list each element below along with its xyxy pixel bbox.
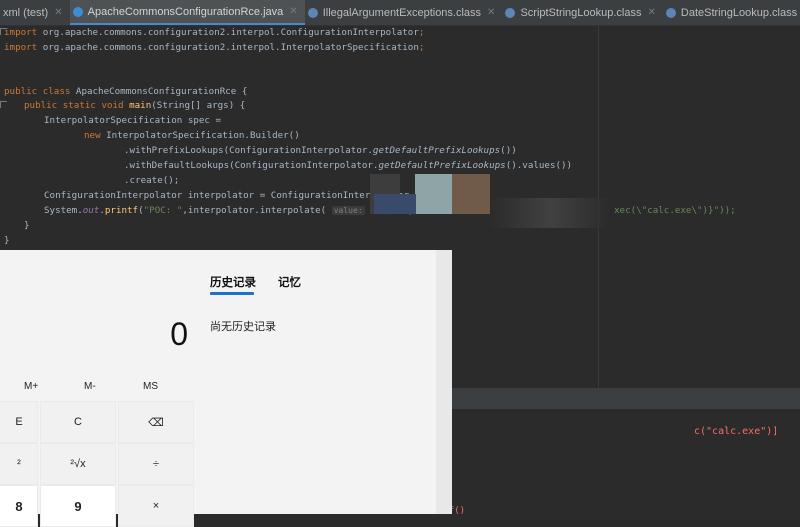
- divide-button[interactable]: ÷: [118, 443, 194, 485]
- calculator-window: 0 M+ M- MS E C ⌫ ² ²√x ÷ 8 9 × — 历史记录 记忆…: [0, 250, 452, 527]
- clear-entry-button[interactable]: E: [0, 401, 38, 443]
- code-line-main-decl: public static void main(String[] args) {: [24, 100, 246, 111]
- tab-label: DateStringLookup.class: [680, 6, 798, 19]
- code-line-spec-decl: InterpolatorSpecification spec =: [44, 115, 222, 126]
- tab-script-string-lookup[interactable]: ScriptStringLookup.class ✕: [502, 0, 662, 25]
- memory-add-button[interactable]: M+: [24, 381, 38, 392]
- fold-marker-icon[interactable]: [0, 28, 7, 35]
- tab-apache-commons-rce[interactable]: ApacheCommonsConfigurationRce.java ✕: [69, 0, 305, 25]
- code-line-import-2: import org.apache.commons.configuration2…: [4, 42, 425, 53]
- tab-label: xml (test): [3, 6, 49, 19]
- tab-memory[interactable]: 记忆: [278, 274, 301, 290]
- tab-label: ApacheCommonsConfigurationRce.java: [87, 5, 284, 18]
- code-line-class-decl: public class ApacheCommonsConfigurationR…: [4, 86, 248, 97]
- editor-tab-bar: xml (test) ✕ ApacheCommonsConfigurationR…: [0, 0, 800, 26]
- backspace-icon[interactable]: ⌫: [118, 401, 194, 443]
- square-button[interactable]: ²: [0, 443, 38, 485]
- fold-marker-icon[interactable]: [0, 101, 7, 108]
- code-line-with-prefix: .withPrefixLookups(ConfigurationInterpol…: [124, 145, 517, 156]
- class-file-icon: [505, 7, 516, 18]
- tab-illegal-argument-exceptions[interactable]: IllegalArgumentExceptions.class ✕: [305, 0, 503, 25]
- class-file-icon: [665, 7, 676, 18]
- code-line-close-main: }: [24, 220, 30, 231]
- java-file-icon: [72, 6, 83, 17]
- tab-history[interactable]: 历史记录: [210, 274, 256, 290]
- tab-date-string-lookup[interactable]: DateStringLookup.class ✕: [663, 0, 800, 25]
- code-line-close-class: }: [4, 235, 10, 246]
- history-panel: 历史记录 记忆 尚无历史记录: [200, 250, 436, 514]
- tab-xml-test[interactable]: xml (test) ✕: [0, 0, 70, 25]
- digit-9-button[interactable]: 9: [40, 485, 116, 527]
- active-tab-indicator: [210, 292, 254, 295]
- code-line-import-1: import org.apache.commons.configuration2…: [4, 27, 425, 38]
- square-root-button[interactable]: ²√x: [40, 443, 116, 485]
- memory-store-button[interactable]: MS: [143, 381, 158, 392]
- class-file-icon: [307, 7, 318, 18]
- code-line-printf-tail: xec(\"calc.exe\")}"));: [614, 205, 736, 216]
- console-output-line: c("calc.exe")]: [694, 426, 779, 437]
- scrollbar[interactable]: [436, 250, 452, 514]
- empty-history-message: 尚无历史记录: [210, 321, 276, 333]
- code-line-create: .create();: [124, 175, 180, 186]
- clear-button[interactable]: C: [40, 401, 116, 443]
- memory-subtract-button[interactable]: M-: [84, 381, 96, 392]
- close-icon[interactable]: ✕: [54, 7, 62, 18]
- code-line-builder: new InterpolatorSpecification.Builder(): [84, 130, 300, 141]
- redacted-region: [490, 198, 610, 228]
- tab-label: ScriptStringLookup.class: [520, 6, 642, 19]
- multiply-button[interactable]: ×: [118, 485, 194, 527]
- digit-8-button[interactable]: 8: [0, 485, 38, 527]
- close-icon[interactable]: ✕: [487, 7, 495, 18]
- calculator-keypad-area: 0 M+ M- MS E C ⌫ ² ²√x ÷ 8 9 ×: [0, 250, 200, 527]
- close-icon[interactable]: ✕: [648, 7, 656, 18]
- close-icon[interactable]: ✕: [289, 6, 297, 17]
- calculator-display: 0: [170, 316, 188, 352]
- code-line-with-default: .withDefaultLookups(ConfigurationInterpo…: [124, 160, 573, 171]
- redacted-region: [360, 174, 490, 214]
- tab-label: IllegalArgumentExceptions.class: [322, 6, 482, 19]
